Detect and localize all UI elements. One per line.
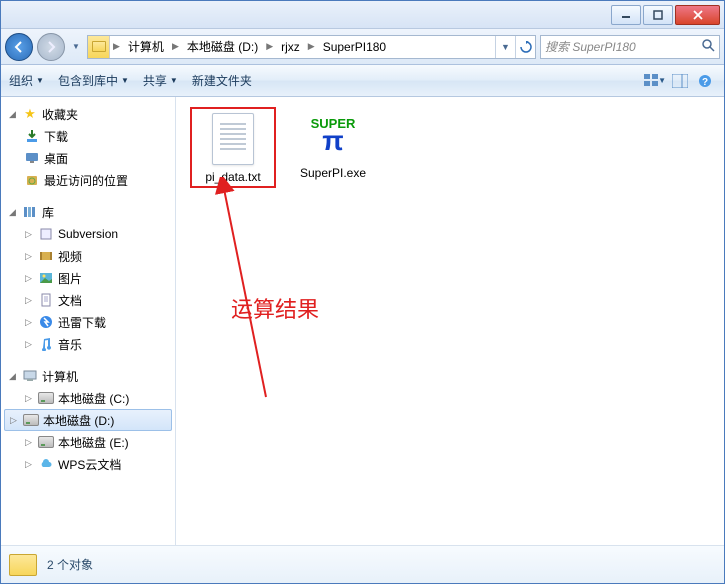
folder-icon	[9, 554, 37, 576]
breadcrumb-segment[interactable]: SuperPI180	[318, 36, 391, 58]
drive-icon	[37, 434, 55, 450]
view-icon	[644, 74, 658, 88]
minimize-icon	[621, 10, 631, 20]
preview-icon	[672, 74, 688, 88]
svg-text:?: ?	[702, 77, 708, 88]
favorites-icon: ★	[21, 106, 39, 122]
sidebar-item-drive-d[interactable]: ▷ 本地磁盘 (D:)	[4, 409, 172, 431]
expand-icon: ▷	[23, 317, 34, 328]
sidebar-item-xunlei[interactable]: ▷ 迅雷下载	[1, 311, 175, 333]
breadcrumb-segment[interactable]: 计算机	[123, 36, 169, 58]
exe-file-icon: SUPERπ	[307, 107, 359, 162]
music-icon	[37, 336, 55, 352]
forward-arrow-icon	[44, 40, 58, 54]
sidebar-item-drive-e[interactable]: ▷ 本地磁盘 (E:)	[1, 431, 175, 453]
sidebar-item-drive-c[interactable]: ▷ 本地磁盘 (C:)	[1, 387, 175, 409]
libraries-icon	[21, 204, 39, 220]
refresh-icon	[520, 41, 532, 53]
back-arrow-icon	[12, 40, 26, 54]
refresh-button[interactable]	[515, 36, 535, 58]
annotation-label: 运算结果	[231, 292, 319, 324]
expand-icon: ▷	[23, 437, 34, 448]
title-bar	[1, 1, 724, 29]
expand-icon: ▷	[23, 251, 34, 262]
expand-icon: ▷	[23, 459, 34, 470]
forward-button[interactable]	[37, 33, 65, 61]
drive-icon	[37, 390, 55, 406]
sidebar-item-downloads[interactable]: 下载	[1, 125, 175, 147]
help-button[interactable]: ?	[694, 71, 716, 91]
expand-icon: ▷	[23, 339, 34, 350]
file-list-pane[interactable]: pi_data.txt SUPERπ SuperPI.exe 运算结果	[176, 97, 724, 545]
folder-icon	[88, 36, 110, 58]
navigation-pane: ◢ ★ 收藏夹 下载 桌面 最近访问的位置	[1, 97, 176, 545]
close-icon	[693, 10, 703, 20]
status-bar: 2 个对象	[1, 545, 724, 583]
recent-icon	[23, 172, 41, 188]
file-item[interactable]: SUPERπ SuperPI.exe	[294, 107, 372, 188]
computer-icon	[21, 368, 39, 384]
desktop-icon	[23, 150, 41, 166]
sidebar-item-documents[interactable]: ▷ 文档	[1, 289, 175, 311]
sidebar-item-recent[interactable]: 最近访问的位置	[1, 169, 175, 191]
organize-menu[interactable]: 组织▼	[9, 72, 44, 89]
help-icon: ?	[698, 74, 712, 88]
minimize-button[interactable]	[611, 5, 641, 25]
maximize-button[interactable]	[643, 5, 673, 25]
sidebar-item-videos[interactable]: ▷ 视频	[1, 245, 175, 267]
search-input[interactable]: 搜索 SuperPI180	[540, 35, 720, 59]
close-button[interactable]	[675, 5, 720, 25]
text-file-icon	[207, 111, 259, 166]
maximize-icon	[653, 10, 663, 20]
nav-history-dropdown[interactable]: ▼	[69, 36, 83, 58]
preview-pane-button[interactable]	[669, 71, 691, 91]
command-toolbar: 组织▼ 包含到库中▼ 共享▼ 新建文件夹 ▼ ?	[1, 65, 724, 97]
breadcrumb-segment[interactable]: rjxz	[276, 36, 305, 58]
file-item[interactable]: pi_data.txt	[194, 111, 272, 184]
cloud-icon	[37, 456, 55, 472]
xunlei-icon	[37, 314, 55, 330]
back-button[interactable]	[5, 33, 33, 61]
document-icon	[37, 292, 55, 308]
search-icon	[702, 39, 715, 55]
sidebar-item-music[interactable]: ▷ 音乐	[1, 333, 175, 355]
view-options-button[interactable]: ▼	[644, 71, 666, 91]
breadcrumb-dropdown[interactable]: ▼	[495, 36, 515, 58]
expand-icon: ▷	[23, 273, 34, 284]
share-menu[interactable]: 共享▼	[143, 72, 178, 89]
new-folder-button[interactable]: 新建文件夹	[192, 72, 252, 89]
collapse-icon: ◢	[7, 109, 18, 120]
breadcrumb-bar[interactable]: ▶ 计算机 ▶ 本地磁盘 (D:) ▶ rjxz ▶ SuperPI180 ▼	[87, 35, 536, 59]
expand-icon: ▷	[8, 415, 19, 426]
sidebar-item-desktop[interactable]: 桌面	[1, 147, 175, 169]
drive-icon	[22, 412, 40, 428]
explorer-window: ▼ ▶ 计算机 ▶ 本地磁盘 (D:) ▶ rjxz ▶ SuperPI180 …	[0, 0, 725, 584]
explorer-body: ◢ ★ 收藏夹 下载 桌面 最近访问的位置	[1, 97, 724, 545]
annotation-highlight-box: pi_data.txt	[190, 107, 276, 188]
navigation-bar: ▼ ▶ 计算机 ▶ 本地磁盘 (D:) ▶ rjxz ▶ SuperPI180 …	[1, 29, 724, 65]
collapse-icon: ◢	[7, 371, 18, 382]
search-placeholder: 搜索 SuperPI180	[545, 38, 636, 55]
picture-icon	[37, 270, 55, 286]
collapse-icon: ◢	[7, 207, 18, 218]
libraries-header[interactable]: ◢ 库	[1, 201, 175, 223]
sidebar-item-pictures[interactable]: ▷ 图片	[1, 267, 175, 289]
sidebar-item-wps-cloud[interactable]: ▷ WPS云文档	[1, 453, 175, 475]
svn-icon	[37, 226, 55, 242]
download-icon	[23, 128, 41, 144]
status-text: 2 个对象	[47, 556, 93, 573]
video-icon	[37, 248, 55, 264]
include-in-library-menu[interactable]: 包含到库中▼	[58, 72, 129, 89]
breadcrumb-segment[interactable]: 本地磁盘 (D:)	[182, 36, 263, 58]
computer-header[interactable]: ◢ 计算机	[1, 365, 175, 387]
sidebar-item-subversion[interactable]: ▷ Subversion	[1, 223, 175, 245]
favorites-header[interactable]: ◢ ★ 收藏夹	[1, 103, 175, 125]
expand-icon: ▷	[23, 295, 34, 306]
expand-icon: ▷	[23, 393, 34, 404]
file-name: SuperPI.exe	[300, 166, 366, 180]
expand-icon: ▷	[23, 229, 34, 240]
